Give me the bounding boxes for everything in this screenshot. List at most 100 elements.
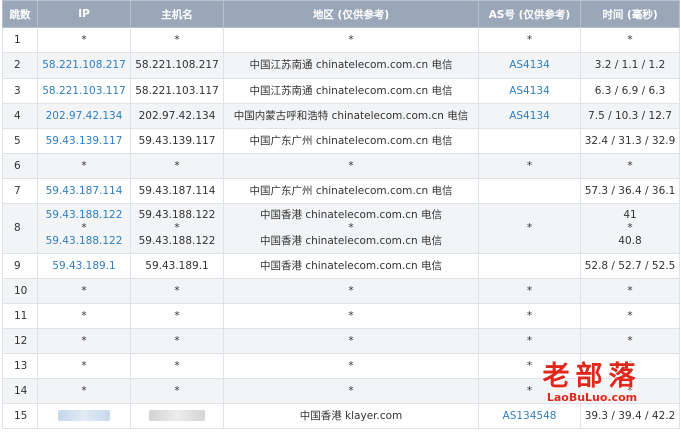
- host-cell: *: [130, 378, 224, 404]
- time-value: 41: [623, 209, 637, 221]
- table-row: 1 * * * * *: [2, 27, 680, 53]
- as-cell: *: [478, 328, 581, 354]
- ip-link[interactable]: 58.221.103.117: [39, 85, 130, 98]
- table-row: 7 59.43.187.114 59.43.187.114 中国广东广州 chinat…: [2, 178, 680, 204]
- region-cell: 中国江苏南通 chinatelecom.com.cn 电信: [223, 52, 479, 79]
- ip-link: *: [81, 359, 87, 372]
- as-cell: *: [478, 353, 581, 379]
- as-cell: *: [478, 153, 581, 179]
- ip-link[interactable]: 58.221.108.217: [39, 59, 130, 72]
- hop-cell: 10: [2, 278, 38, 304]
- hop-cell: 4: [2, 103, 38, 129]
- time-value: *: [627, 222, 633, 234]
- ip-link[interactable]: 59.43.188.122: [39, 209, 130, 222]
- ip-cell: *: [37, 328, 131, 354]
- host-cell: 59.43.189.1: [130, 253, 224, 279]
- time-value: 40.8: [618, 235, 642, 247]
- region-value: *: [348, 159, 354, 172]
- region-cell: 中国广东广州 chinatelecom.com.cn 电信: [223, 178, 479, 204]
- as-cell: [478, 128, 581, 154]
- as-cell: *: [478, 303, 581, 329]
- host-value: 58.221.103.117: [135, 84, 219, 97]
- host-cell: 59.43.139.117: [130, 128, 224, 154]
- host-value: *: [174, 284, 180, 297]
- region-cell: *: [223, 378, 479, 404]
- ip-link[interactable]: 59.43.139.117: [39, 135, 130, 148]
- ip-link[interactable]: 202.97.42.134: [39, 110, 130, 123]
- table-row: 4 202.97.42.134 202.97.42.134 中国内蒙古呼和浩特 chi…: [2, 103, 680, 129]
- as-link: *: [526, 334, 533, 347]
- table-row: 15 中国香港 klayer.com AS134548 39.3 / 39.4 / 4…: [2, 403, 680, 429]
- region-cell: *: [223, 303, 479, 329]
- region-cell: *: [223, 153, 479, 179]
- ip-link: *: [81, 284, 87, 297]
- host-value: *: [174, 359, 180, 372]
- region-cell: 中国广东广州 chinatelecom.com.cn 电信: [223, 128, 479, 154]
- header-region: 地区 (仅供参考): [223, 0, 479, 28]
- as-cell: [478, 253, 581, 279]
- ip-link[interactable]: 59.43.188.122: [39, 235, 130, 248]
- region-value: 中国香港 klayer.com: [299, 409, 403, 422]
- as-link[interactable]: AS4134: [480, 85, 580, 98]
- region-cell: 中国江苏南通 chinatelecom.com.cn 电信: [223, 78, 479, 104]
- time-value: 3.2 / 1.1 / 1.2: [594, 59, 666, 71]
- region-value: 中国江苏南通 chinatelecom.com.cn 电信: [249, 59, 453, 71]
- ip-link: *: [81, 309, 87, 322]
- hop-cell: 9: [2, 253, 38, 279]
- region-cell: 中国香港 chinatelecom.com.cn 电信 * 中国香港 chinate…: [223, 203, 479, 254]
- table-row: 5 59.43.139.117 59.43.139.117 中国广东广州 chinat…: [2, 128, 680, 154]
- host-cell: 58.221.103.117: [130, 78, 224, 104]
- ip-cell: *: [37, 378, 131, 404]
- time-value: 6.3 / 6.9 / 6.3: [594, 84, 666, 97]
- as-cell: *: [478, 378, 581, 404]
- region-value: *: [348, 359, 354, 372]
- ip-link[interactable]: 59.43.187.114: [39, 185, 130, 198]
- time-value: *: [627, 384, 633, 397]
- time-value: 52.8 / 52.7 / 52.5: [584, 259, 676, 272]
- ip-link[interactable]: 59.43.189.1: [39, 260, 130, 273]
- table-body: 1 * * * * * 2 58.221.108.217 58.221.108.217 中国江苏南…: [2, 27, 680, 429]
- time-cell: *: [580, 328, 680, 354]
- as-link: *: [526, 384, 533, 397]
- as-link: *: [526, 33, 533, 46]
- as-cell: *: [478, 278, 581, 304]
- region-value: *: [348, 222, 354, 234]
- time-value: 57.3 / 36.4 / 36.1: [584, 184, 676, 197]
- host-value: *: [174, 33, 180, 46]
- table-row: 6 * * * * *: [2, 153, 680, 179]
- host-value: 202.97.42.134: [138, 109, 216, 122]
- table-row: 10 * * * * *: [2, 278, 680, 304]
- redacted-host: [149, 410, 205, 421]
- as-cell: [478, 178, 581, 204]
- ip-cell: 59.43.139.117: [37, 128, 131, 154]
- as-cell: AS134548: [478, 403, 581, 429]
- region-cell: *: [223, 328, 479, 354]
- time-cell: *: [580, 303, 680, 329]
- region-value: *: [348, 334, 354, 347]
- host-value: *: [174, 334, 180, 347]
- table-row: 8 59.43.188.122 * 59.43.188.122 59.43.188.12…: [2, 203, 680, 254]
- hop-cell: 1: [2, 27, 38, 53]
- time-cell: 3.2 / 1.1 / 1.2: [580, 52, 680, 79]
- traceroute-panel: 跳数 IP 主机名 地区 (仅供参考) AS号 (仅供参考) 时间 (毫秒) 1…: [0, 0, 681, 435]
- host-cell: 202.97.42.134: [130, 103, 224, 129]
- host-value: 59.43.187.114: [138, 184, 216, 197]
- host-value: 59.43.189.1: [145, 259, 209, 272]
- time-value: *: [627, 284, 633, 297]
- time-cell: *: [580, 378, 680, 404]
- ip-cell: *: [37, 353, 131, 379]
- hop-cell: 2: [2, 52, 38, 79]
- host-value: 59.43.188.122: [138, 209, 216, 221]
- region-value: 中国内蒙古呼和浩特 chinatelecom.com.cn 电信: [233, 109, 469, 122]
- time-cell: 52.8 / 52.7 / 52.5: [580, 253, 680, 279]
- as-cell: AS4134: [478, 52, 581, 79]
- as-link[interactable]: AS134548: [480, 410, 580, 423]
- as-link[interactable]: AS4134: [480, 59, 580, 72]
- as-link[interactable]: AS4134: [480, 110, 580, 123]
- host-cell: 59.43.188.122 * 59.43.188.122: [130, 203, 224, 254]
- region-value: 中国香港 chinatelecom.com.cn 电信: [259, 235, 443, 247]
- as-cell: AS4134: [478, 78, 581, 104]
- time-value: *: [627, 359, 633, 372]
- region-value: 中国江苏南通 chinatelecom.com.cn 电信: [249, 84, 453, 97]
- header-as: AS号 (仅供参考): [478, 0, 581, 28]
